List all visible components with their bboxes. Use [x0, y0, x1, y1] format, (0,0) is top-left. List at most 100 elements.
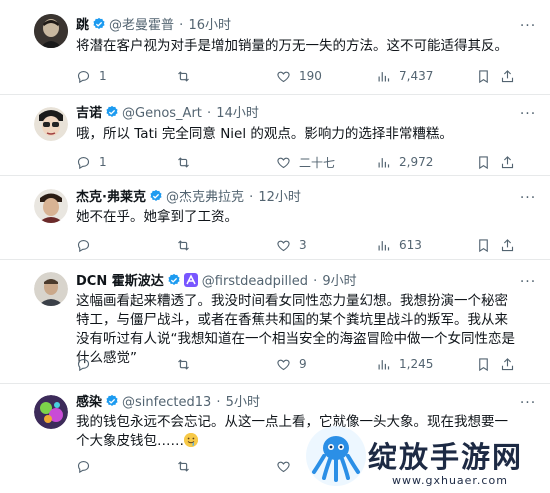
more-options-icon[interactable]: ···: [518, 396, 538, 410]
bookmark-button[interactable]: [476, 153, 491, 171]
views-button[interactable]: 613: [376, 236, 422, 254]
share-button[interactable]: [500, 236, 515, 254]
bookmark-button[interactable]: [476, 355, 491, 373]
retweet-button[interactable]: [176, 457, 199, 475]
share-button[interactable]: [500, 355, 515, 373]
verified-badge-icon: [105, 394, 119, 408]
timestamp[interactable]: 5小时: [226, 395, 260, 410]
tweet[interactable]: 跳 @老曼霍普 · 16小时 ··· 将潜在客户视为对手是增加销量的万无一失的方法…: [0, 0, 550, 95]
reply-button[interactable]: [76, 236, 99, 254]
display-name[interactable]: 跳: [76, 18, 89, 33]
views-count: 1,245: [399, 357, 434, 371]
display-name[interactable]: 杰克·弗莱克: [76, 190, 146, 205]
tweet-actions: 9 1,245: [76, 355, 516, 373]
watermark-url: www.gxhuaer.com: [392, 474, 508, 487]
verified-badge-icon: [149, 189, 163, 203]
verified-badge-icon: [105, 105, 119, 119]
views-button[interactable]: 2,972: [376, 153, 433, 171]
bookmark-button[interactable]: [476, 67, 491, 85]
avatar[interactable]: [34, 107, 68, 141]
avatar[interactable]: [34, 14, 68, 48]
bookmark-icon: [479, 357, 488, 371]
share-icon: [501, 357, 514, 370]
handle[interactable]: @firstdeadpilled: [202, 274, 308, 289]
tweet-header: 杰克·弗莱克 @杰克弗拉克 · 12小时: [76, 189, 301, 207]
tweet-text: 将潜在客户视为对手是增加销量的万无一失的方法。这不可能适得其反。: [76, 38, 508, 54]
display-name[interactable]: DCN 霍斯波达: [76, 274, 164, 289]
tweet-thread: 跳 @老曼霍普 · 16小时 ··· 将潜在客户视为对手是增加销量的万无一失的方法…: [0, 0, 550, 493]
timestamp[interactable]: 14小时: [216, 106, 259, 121]
tweet[interactable]: DCN 霍斯波达 @firstdeadpilled · 9小时 ··· 这幅画看起…: [0, 260, 550, 384]
views-button[interactable]: 7,437: [376, 67, 433, 85]
views-icon: [378, 359, 390, 369]
retweet-button[interactable]: [176, 236, 199, 254]
handle[interactable]: @sinfected13: [122, 395, 211, 410]
tweet[interactable]: 杰克·弗莱克 @杰克弗拉克 · 12小时 ··· 她不在乎。她拿到了工资。 3 6…: [0, 176, 550, 260]
more-options-icon[interactable]: ···: [518, 191, 538, 205]
retweet-button[interactable]: [176, 153, 199, 171]
display-name[interactable]: 吉诺: [76, 106, 102, 121]
reply-button[interactable]: [76, 457, 99, 475]
timestamp[interactable]: 16小时: [188, 18, 231, 33]
tweet-header: 感染 @sinfected13 · 5小时: [76, 394, 260, 412]
retweet-button[interactable]: [176, 67, 199, 85]
heart-icon: [277, 240, 290, 251]
like-count: 9: [299, 357, 307, 371]
bookmark-button[interactable]: [476, 236, 491, 254]
more-options-icon[interactable]: ···: [518, 19, 538, 33]
like-button[interactable]: [276, 457, 299, 475]
reply-button[interactable]: 1: [76, 67, 107, 85]
separator-dot: ·: [202, 106, 216, 121]
separator-dot: ·: [244, 190, 258, 205]
like-button[interactable]: 3: [276, 236, 307, 254]
handle[interactable]: @老曼霍普: [109, 18, 174, 33]
reply-button[interactable]: 1: [76, 153, 107, 171]
bookmark-icon: [479, 155, 488, 169]
heart-icon: [277, 461, 290, 472]
share-button[interactable]: [500, 153, 515, 171]
more-options-icon[interactable]: ···: [518, 275, 538, 289]
bookmark-icon: [479, 238, 488, 252]
bookmark-icon: [479, 69, 488, 83]
retweet-button[interactable]: [176, 355, 199, 373]
share-icon: [501, 69, 514, 82]
like-button[interactable]: 190: [276, 67, 322, 85]
separator-dot: ·: [308, 274, 322, 289]
more-options-icon[interactable]: ···: [518, 107, 538, 121]
share-button[interactable]: [500, 67, 515, 85]
like-count: 3: [299, 238, 307, 252]
retweet-icon: [178, 156, 189, 168]
views-count: 7,437: [399, 69, 434, 83]
avatar[interactable]: [34, 272, 68, 306]
retweet-icon: [178, 239, 189, 251]
views-count: 613: [399, 238, 422, 252]
views-button[interactable]: 1,245: [376, 355, 433, 373]
timestamp[interactable]: 9小时: [322, 274, 356, 289]
tweet-header: 吉诺 @Genos_Art · 14小时: [76, 105, 259, 123]
reply-button[interactable]: [76, 355, 99, 373]
like-button[interactable]: 二十七: [276, 153, 335, 171]
display-name[interactable]: 感染: [76, 395, 102, 410]
timestamp[interactable]: 12小时: [258, 190, 301, 205]
tweet-header: 跳 @老曼霍普 · 16小时: [76, 17, 231, 35]
reply-icon: [77, 239, 90, 252]
avatar[interactable]: [34, 395, 68, 429]
retweet-icon: [178, 358, 189, 370]
verified-badge-icon: [167, 273, 181, 287]
avatar[interactable]: [34, 189, 68, 223]
handle[interactable]: @Genos_Art: [122, 106, 202, 121]
tweet[interactable]: 吉诺 @Genos_Art · 14小时 ··· 哦，所以 Tati 完全同意 N…: [0, 95, 550, 176]
like-button[interactable]: 9: [276, 355, 307, 373]
views-icon: [378, 71, 390, 81]
octopus-logo-icon: [306, 426, 366, 486]
tweet-actions: 1 二十七 2,972: [76, 153, 516, 171]
views-icon: [378, 157, 390, 167]
watermark-text: 绽放手游网: [368, 440, 524, 474]
reply-icon: [77, 70, 90, 83]
heart-icon: [277, 359, 290, 370]
reply-icon: [77, 358, 90, 371]
reply-icon: [77, 156, 90, 169]
like-count: 二十七: [299, 155, 336, 170]
handle[interactable]: @杰克弗拉克: [166, 190, 244, 205]
verified-badge-icon: [92, 17, 106, 31]
